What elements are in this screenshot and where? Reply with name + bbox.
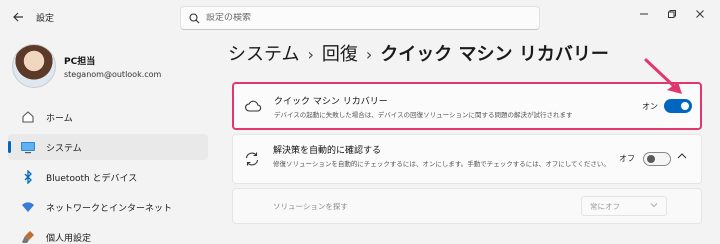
- auto-check-state-label: オフ: [619, 154, 635, 163]
- maximize-button[interactable]: [662, 6, 682, 22]
- sidebar-item-label: Bluetooth とデバイス: [46, 173, 138, 184]
- minimize-button[interactable]: [634, 6, 654, 22]
- search-icon: [189, 12, 200, 23]
- search-solutions-select[interactable]: 常にオフ: [581, 196, 667, 216]
- cloud-icon: [245, 100, 262, 112]
- breadcrumb-system[interactable]: システム: [228, 44, 299, 65]
- quick-recovery-description: デバイスの起動に失敗した場合は、デバイスの回復ソリューションに関する問題の解決が…: [274, 111, 573, 119]
- profile-name: PC担当: [64, 56, 96, 67]
- sidebar-item-label: ネットワークとインターネット: [46, 203, 173, 214]
- app-title: 設定: [36, 14, 55, 24]
- breadcrumb: システム › 回復 › クイック マシン リカバリー: [228, 40, 609, 66]
- close-icon: [696, 10, 704, 18]
- restore-icon: [668, 10, 676, 18]
- breadcrumb-chevron-icon: ›: [365, 45, 373, 64]
- profile-email: steganom@outlook.com: [64, 69, 162, 79]
- sidebar-item-label: 個人用設定: [46, 233, 92, 244]
- quick-recovery-toggle[interactable]: [664, 99, 692, 113]
- back-arrow-icon: [13, 12, 23, 22]
- chevron-down-icon: [650, 201, 658, 210]
- search-solutions-value: 常にオフ: [590, 201, 620, 211]
- sidebar-item-label: システム: [46, 143, 82, 154]
- sidebar-item-label: ホーム: [46, 113, 73, 124]
- quick-recovery-state-label: オン: [642, 102, 658, 111]
- quick-recovery-card: クイック マシン リカバリー デバイスの起動に失敗した場合は、デバイスの回復ソリ…: [232, 82, 702, 130]
- sidebar-item-network[interactable]: ネットワークとインターネット: [8, 194, 208, 220]
- search-solutions-label: ソリューションを探す: [273, 202, 348, 211]
- chevron-up-icon[interactable]: [677, 152, 687, 163]
- sidebar-item-home[interactable]: ホーム: [8, 104, 208, 130]
- sync-icon: [245, 152, 259, 166]
- breadcrumb-recovery[interactable]: 回復: [322, 44, 358, 65]
- sidebar-item-bluetooth[interactable]: Bluetooth とデバイス: [8, 164, 208, 190]
- breadcrumb-chevron-icon: ›: [307, 45, 314, 64]
- auto-check-toggle[interactable]: [643, 152, 671, 166]
- search-solutions-row: ソリューションを探す 常にオフ: [232, 188, 702, 224]
- paintbrush-icon: [20, 229, 36, 244]
- search-input[interactable]: [206, 13, 506, 23]
- network-icon: [20, 199, 36, 215]
- quick-recovery-title: クイック マシン リカバリー: [274, 97, 388, 107]
- sidebar-item-system[interactable]: システム: [8, 134, 208, 160]
- back-button[interactable]: [6, 6, 30, 28]
- search-box[interactable]: [180, 6, 540, 30]
- avatar: [12, 44, 56, 88]
- bluetooth-icon: [20, 169, 36, 185]
- auto-check-description: 修復ソリューションを自動的にチェックするには、オンにします。手動でチェックするに…: [273, 160, 610, 168]
- close-button[interactable]: [690, 6, 710, 22]
- auto-check-card[interactable]: 解決策を自動的に確認する 修復ソリューションを自動的にチェックするには、オンにし…: [232, 134, 702, 184]
- auto-check-title: 解決策を自動的に確認する: [273, 146, 382, 156]
- minimize-icon: [640, 13, 648, 15]
- annotation-arrow-icon: [644, 58, 682, 94]
- sidebar-nav: ホーム システム Bluetooth とデバイス ネットワークとインターネット …: [8, 104, 208, 244]
- title-bar: 設定: [0, 0, 720, 36]
- system-icon: [20, 139, 36, 155]
- user-profile[interactable]: PC担当 steganom@outlook.com: [12, 44, 161, 88]
- sidebar-item-personalization[interactable]: 個人用設定: [8, 224, 208, 244]
- home-icon: [20, 109, 36, 125]
- page-title: クイック マシン リカバリー: [380, 44, 609, 65]
